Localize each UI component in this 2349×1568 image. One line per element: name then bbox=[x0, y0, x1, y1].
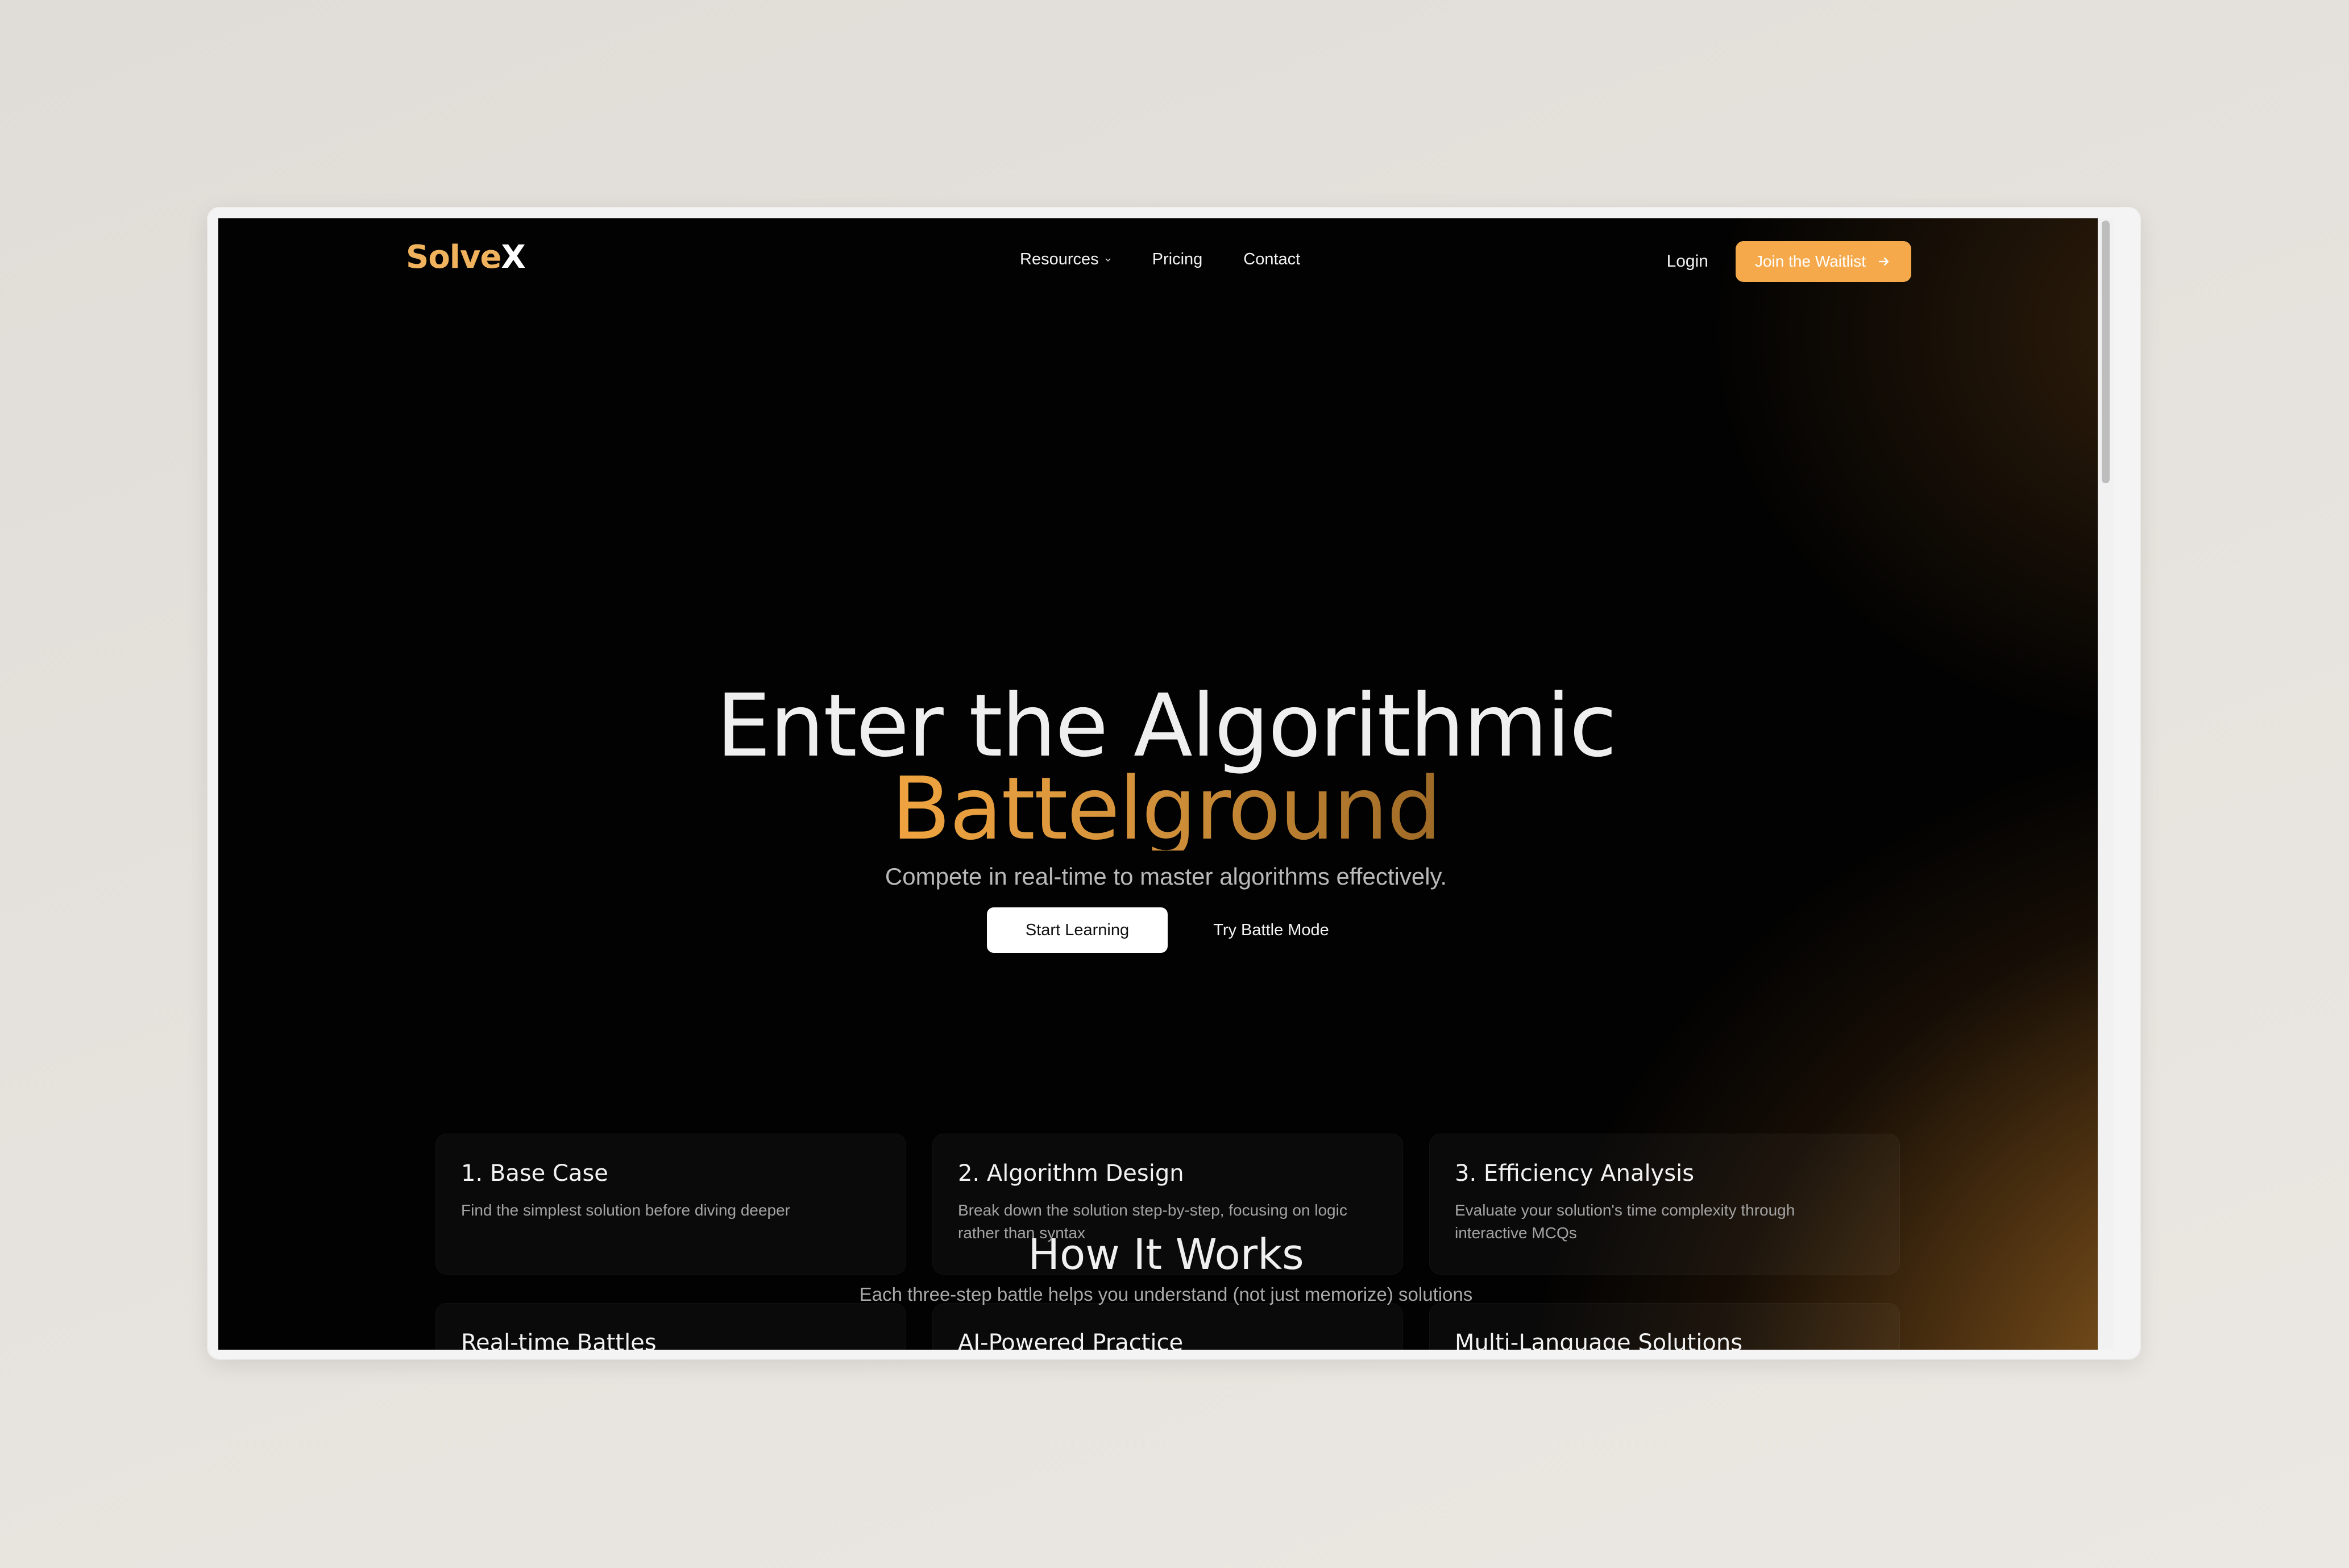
nav-contact-label: Contact bbox=[1243, 250, 1301, 268]
nav-resources-label: Resources bbox=[1020, 250, 1099, 268]
step-description: Evaluate your solution's time complexity… bbox=[1455, 1201, 1795, 1242]
join-waitlist-button[interactable]: Join the Waitlist bbox=[1735, 241, 1911, 282]
logo[interactable]: SolveX bbox=[406, 239, 526, 276]
step-title: 1. Base Case bbox=[461, 1160, 608, 1187]
nav-contact[interactable]: Contact bbox=[1243, 250, 1300, 269]
nav-links: Resources Pricing Contact bbox=[1020, 250, 1300, 269]
feature-title: Real-time Battles bbox=[461, 1330, 657, 1350]
logo-text-solve: Solve bbox=[406, 239, 501, 276]
step-card: 3. Efficiency Analysis Evaluate your sol… bbox=[1429, 1134, 1900, 1275]
chevron-down-icon bbox=[1105, 258, 1111, 262]
feature-card: Multi-Language Solutions bbox=[1429, 1303, 1900, 1350]
vertical-scrollbar[interactable] bbox=[2098, 218, 2114, 1350]
nav-pricing[interactable]: Pricing bbox=[1152, 250, 1203, 269]
hero-actions: Start Learning Try Battle Mode bbox=[218, 907, 2114, 953]
feature-card: AI-Powered Practice bbox=[932, 1303, 1403, 1350]
nav-pricing-label: Pricing bbox=[1152, 250, 1203, 268]
step-description: Find the simplest solution before diving… bbox=[461, 1201, 791, 1219]
browser-frame: SolveX Resources Pricing Contact Login J… bbox=[208, 208, 2140, 1359]
hero-title-line1: Enter the Algorithmic bbox=[716, 675, 1617, 776]
login-link[interactable]: Login bbox=[1667, 252, 1708, 271]
hero-section: Enter the Algorithmic Battelground Compe… bbox=[218, 675, 2114, 953]
step-card: 2. Algorithm Design Break down the solut… bbox=[932, 1134, 1403, 1275]
section-subtitle: Each three-step battle helps you underst… bbox=[859, 1284, 1473, 1305]
arrow-right-icon bbox=[1878, 257, 1889, 266]
try-battle-mode-button[interactable]: Try Battle Mode bbox=[1197, 907, 1345, 953]
scrollbar-thumb[interactable] bbox=[2102, 221, 2110, 483]
logo-text-x: X bbox=[501, 239, 525, 276]
page-viewport: SolveX Resources Pricing Contact Login J… bbox=[218, 218, 2114, 1350]
hero-title-line2: Battelground bbox=[891, 758, 1442, 859]
step-title: 3. Efficiency Analysis bbox=[1455, 1160, 1695, 1187]
top-nav: SolveX Resources Pricing Contact Login J… bbox=[218, 218, 2098, 304]
step-title: 2. Algorithm Design bbox=[958, 1160, 1184, 1187]
nav-resources[interactable]: Resources bbox=[1020, 250, 1111, 269]
features-grid: Real-time Battles AI-Powered Practice Mu… bbox=[435, 1303, 1900, 1350]
steps-grid: 1. Base Case Find the simplest solution … bbox=[435, 1134, 1900, 1275]
join-waitlist-label: Join the Waitlist bbox=[1754, 252, 1866, 270]
step-description: Break down the solution step-by-step, fo… bbox=[958, 1201, 1347, 1242]
feature-card: Real-time Battles bbox=[435, 1303, 906, 1350]
feature-title: Multi-Language Solutions bbox=[1455, 1330, 1743, 1350]
hero-subtitle: Compete in real-time to master algorithm… bbox=[885, 863, 1447, 890]
step-card: 1. Base Case Find the simplest solution … bbox=[435, 1134, 906, 1275]
nav-actions: Login Join the Waitlist bbox=[1667, 241, 1911, 282]
feature-title: AI-Powered Practice bbox=[958, 1330, 1184, 1350]
start-learning-button[interactable]: Start Learning bbox=[987, 907, 1168, 953]
